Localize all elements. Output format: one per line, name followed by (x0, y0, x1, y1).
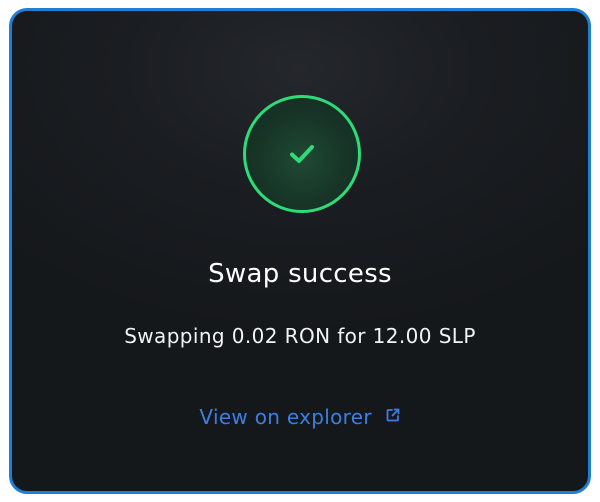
swap-success-dialog: Swap success Swapping 0.02 RON for 12.00… (9, 8, 591, 494)
dialog-title: Swap success (208, 259, 392, 289)
explorer-link-label: View on explorer (199, 405, 372, 429)
external-link-icon (385, 404, 401, 428)
checkmark-icon (290, 145, 314, 163)
swap-summary-text: Swapping 0.02 RON for 12.00 SLP (124, 324, 476, 348)
success-status-badge (243, 95, 361, 213)
view-on-explorer-link[interactable]: View on explorer (12, 404, 588, 429)
